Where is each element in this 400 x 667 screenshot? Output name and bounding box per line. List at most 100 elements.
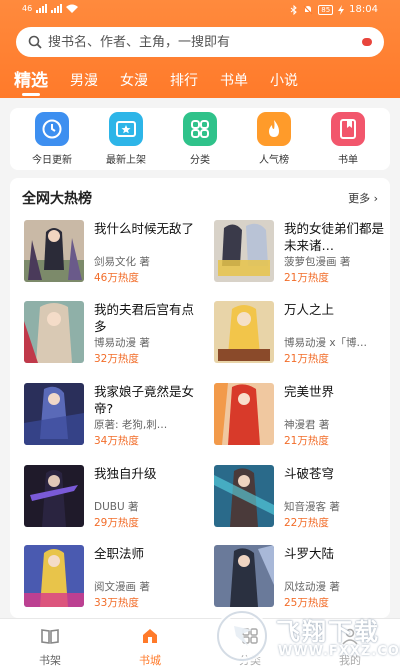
search-icon [28, 35, 42, 49]
category-tabs: 精选 男漫 女漫 排行 书单 小说 [14, 66, 320, 96]
book-author: 原著: 老狗,刺… [94, 419, 168, 431]
tab-booklist[interactable]: 书单 [220, 70, 248, 92]
tab-label: 书架 [39, 654, 61, 667]
bluetooth-icon [290, 4, 297, 15]
book-author: 博易动漫 x「博… [284, 337, 368, 349]
status-bar: 46 85 18:04 [0, 0, 400, 20]
book-title: 斗破苍穹 [284, 466, 335, 481]
book-author: 菠萝包漫画 著 [284, 256, 351, 268]
quick-popular[interactable]: 人气榜 [244, 112, 304, 166]
bookmark-book-icon [331, 112, 365, 146]
clock-time: 18:04 [349, 4, 378, 15]
book-card[interactable]: 全职法师 阅文漫画 著 33万热度 [24, 545, 204, 611]
book-heat: 29万热度 [94, 517, 139, 529]
book-author: 阅文漫画 著 [94, 581, 150, 593]
book-card[interactable]: 我家娘子竟然是女帝? 原著: 老狗,刺… 34万热度 [24, 383, 204, 449]
grid-icon [183, 112, 217, 146]
book-heat: 21万热度 [284, 435, 329, 447]
book-cover [214, 301, 274, 363]
book-card[interactable]: 我什么时候无敌了 剑易文化 著 46万热度 [24, 220, 204, 286]
book-heat: 32万热度 [94, 353, 139, 365]
book-author: 知音漫客 著 [284, 501, 340, 513]
book-title: 我的女徒弟们都是未来诸… [284, 221, 384, 253]
book-cover [214, 220, 274, 282]
book-author: 博易动漫 著 [94, 337, 150, 349]
book-cover [24, 545, 84, 607]
hot-list-panel: 全网大热榜 更多 › 我什么时候无敌了 剑易文化 著 46万热度 我的女徒弟们都… [10, 178, 390, 618]
book-card[interactable]: 斗破苍穹 知音漫客 著 22万热度 [214, 465, 390, 531]
quick-label: 分类 [190, 155, 210, 166]
quick-today-update[interactable]: 今日更新 [22, 112, 82, 166]
book-cover [24, 383, 84, 445]
tab-novel[interactable]: 小说 [270, 70, 298, 92]
book-cover [24, 220, 84, 282]
search-input[interactable] [48, 34, 348, 50]
battery-icon: 85 [318, 4, 334, 15]
watermark-text: 飞翔下载 [276, 618, 380, 646]
tab-male-comics[interactable]: 男漫 [70, 70, 98, 92]
wifi-icon [66, 4, 79, 13]
book-heat: 34万热度 [94, 435, 139, 447]
status-right: 85 18:04 [290, 4, 378, 15]
book-cover [24, 465, 84, 527]
status-left: 46 [22, 4, 79, 13]
more-link[interactable]: 更多 › [348, 190, 378, 206]
quick-label: 书单 [338, 155, 358, 166]
book-cover [24, 301, 84, 363]
mute-icon [303, 5, 313, 14]
quick-label: 最新上架 [106, 155, 146, 166]
carrier-label: 46 [22, 4, 33, 13]
book-heat: 21万热度 [284, 353, 329, 365]
book-author: 剑易文化 著 [94, 256, 150, 268]
book-heat: 46万热度 [94, 272, 139, 284]
home-icon [143, 629, 157, 643]
quick-entry-bar: 今日更新 最新上架 分类 人气榜 书单 [10, 108, 390, 170]
book-title: 完美世界 [284, 384, 335, 399]
tab-ranking[interactable]: 排行 [170, 70, 198, 92]
book-open-icon [41, 629, 59, 644]
chevron-right-icon: › [373, 192, 378, 205]
tab-bookstore[interactable]: 书城 [120, 627, 180, 667]
book-card[interactable]: 完美世界 神漫君 著 21万热度 [214, 383, 390, 449]
book-card[interactable]: 万人之上 博易动漫 x「博… 21万热度 [214, 301, 390, 367]
tab-female-comics[interactable]: 女漫 [120, 70, 148, 92]
quick-new-arrival[interactable]: 最新上架 [96, 112, 156, 166]
quick-category[interactable]: 分类 [170, 112, 230, 166]
app-header: 46 85 18:04 精选 男漫 女漫 排行 书单 小说 [0, 0, 400, 98]
tab-bookshelf[interactable]: 书架 [20, 627, 80, 667]
book-author: DUBU 著 [94, 501, 139, 513]
section-title: 全网大热榜 [22, 191, 92, 207]
book-title: 我家娘子竟然是女帝? [94, 384, 194, 416]
book-heat: 21万热度 [284, 272, 329, 284]
book-title: 我的夫君后宫有点多 [94, 302, 194, 334]
star-box-icon [109, 112, 143, 146]
quick-label: 今日更新 [32, 155, 72, 166]
charging-icon [338, 4, 345, 15]
more-label: 更多 [348, 192, 371, 205]
clock-icon [35, 112, 69, 146]
book-cover [214, 383, 274, 445]
book-heat: 33万热度 [94, 597, 139, 609]
book-title: 我什么时候无敌了 [94, 221, 194, 236]
quick-booklist[interactable]: 书单 [318, 112, 378, 166]
book-author: 神漫君 著 [284, 419, 330, 431]
signal-icon [36, 4, 48, 13]
tab-label: 书城 [139, 654, 161, 667]
book-card[interactable]: 我的夫君后宫有点多 博易动漫 著 32万热度 [24, 301, 204, 367]
book-author: 风炫动漫 著 [284, 581, 340, 593]
book-title: 全职法师 [94, 546, 145, 561]
quick-label: 人气榜 [259, 155, 289, 166]
flame-icon [257, 112, 291, 146]
search-badge-icon [362, 38, 372, 46]
signal-icon-2 [51, 4, 63, 13]
book-title: 万人之上 [284, 302, 335, 317]
book-card[interactable]: 我的女徒弟们都是未来诸… 菠萝包漫画 著 21万热度 [214, 220, 390, 286]
book-heat: 22万热度 [284, 517, 329, 529]
book-title: 我独自升级 [94, 466, 157, 481]
tab-featured[interactable]: 精选 [14, 70, 48, 96]
search-bar[interactable] [16, 27, 384, 57]
book-title: 斗罗大陆 [284, 546, 335, 561]
book-cover [214, 465, 274, 527]
book-cover [214, 545, 274, 607]
book-card[interactable]: 我独自升级 DUBU 著 29万热度 [24, 465, 204, 531]
